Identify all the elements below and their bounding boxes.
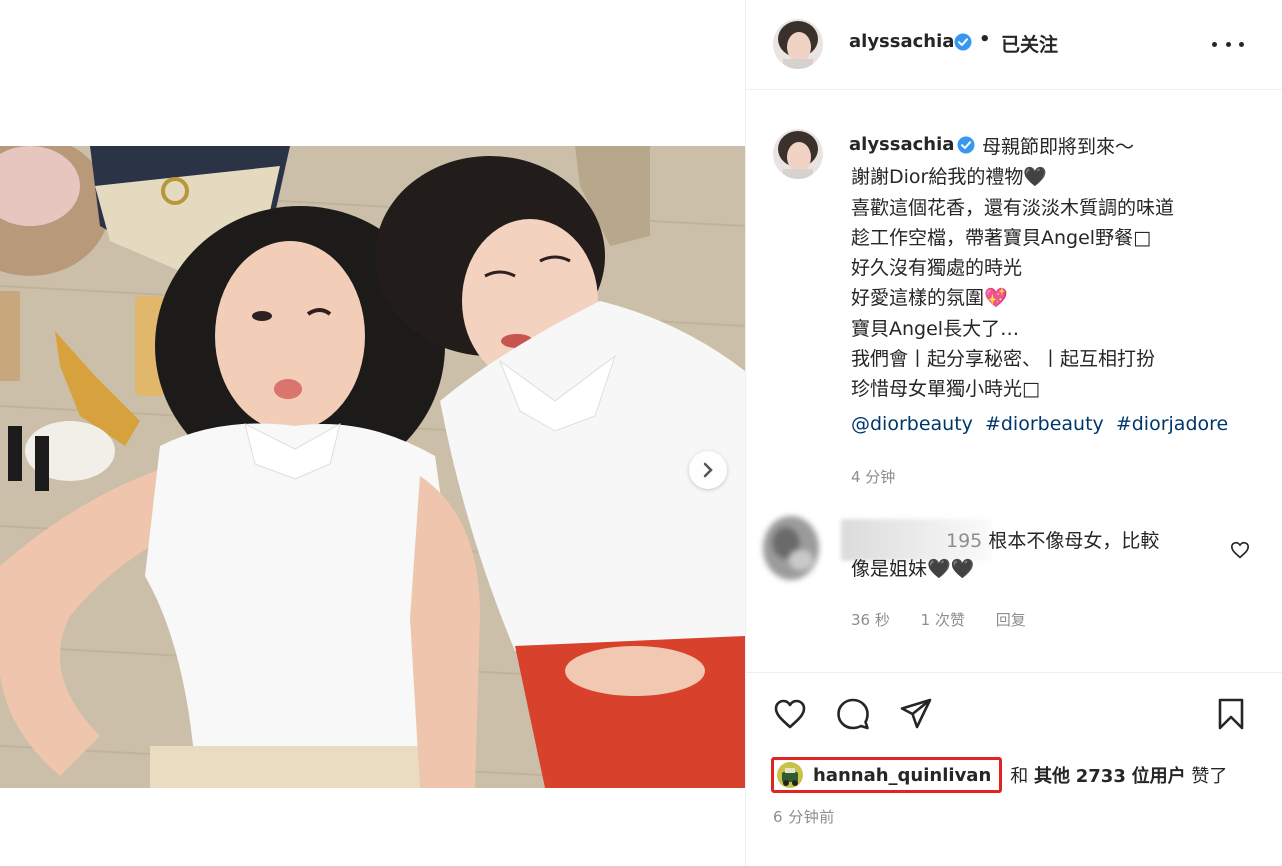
caption-line: 謝謝Dior給我的禮物🖤 (851, 166, 1048, 189)
caption-line: 母親節即將到來～ (982, 136, 1135, 158)
caption-line: 寶貝Angel長大了… (851, 317, 1020, 340)
chevron-right-icon (703, 462, 713, 478)
caption-line: 喜歡這個花香，還有淡淡木質調的味道 (851, 196, 1175, 219)
bookmark-icon[interactable] (1214, 697, 1248, 731)
caption-author-avatar[interactable] (773, 129, 823, 179)
likes-rest-text: 和 其他 2733 位用户 赞了 (1010, 762, 1227, 788)
comment-text: 195 根本不像母女，比較 像是姐妹🖤🖤 (851, 527, 1201, 583)
caption-text: 母親節即將到來～ 謝謝Dior給我的禮物🖤 喜歡這個花香，還有淡淡木質調的味道 … (851, 132, 1261, 405)
likes-connector: 和 (1010, 766, 1029, 787)
comment-time: 36 秒 (851, 611, 890, 629)
photo-illustration (0, 146, 745, 788)
post-timestamp[interactable]: 6 分钟前 (773, 806, 835, 827)
following-button[interactable]: 已关注 (1001, 30, 1058, 57)
avatar-image (773, 19, 823, 69)
author-avatar[interactable] (773, 19, 823, 69)
caption-line: 趁工作空檔，帶著寶貝Angel野餐□ (851, 226, 1152, 249)
likes-others-link[interactable]: 其他 (1034, 766, 1070, 787)
likes-count[interactable]: 2733 (1076, 766, 1126, 787)
more-dot (1225, 41, 1231, 47)
likes-suffix: 赞了 (1191, 766, 1228, 787)
highlighted-liker: hannah_quinlivan (771, 757, 1003, 793)
hashtag-link[interactable]: #diorjadore (1116, 413, 1228, 435)
more-dot (1239, 41, 1244, 47)
likes-summary: hannah_quinlivan 和 其他 2733 位用户 赞了 (771, 757, 1227, 793)
more-dot (1212, 41, 1217, 47)
caption-age: 4 分钟 (851, 468, 896, 486)
mention-link[interactable]: @diorbeauty (851, 413, 973, 435)
comment-likes[interactable]: 1 次赞 (921, 611, 965, 629)
verified-badge-icon (954, 33, 972, 51)
comment-icon[interactable] (836, 697, 870, 731)
author-username[interactable]: alyssachia (849, 31, 954, 52)
liker-avatar[interactable] (777, 762, 803, 788)
more-options-icon[interactable] (1212, 32, 1244, 56)
avatar-image (773, 129, 823, 179)
share-icon[interactable] (899, 697, 933, 731)
caption-line: 珍惜母女單獨小時光□ (851, 378, 1040, 401)
post-photo[interactable] (0, 146, 745, 788)
reply-button[interactable]: 回复 (996, 611, 1026, 629)
comment-like-heart-icon[interactable] (1230, 541, 1250, 559)
liker-username[interactable]: hannah_quinlivan (813, 765, 991, 786)
hashtag-link[interactable]: #diorbeauty (985, 413, 1104, 435)
avatar-image (756, 508, 826, 588)
caption-line: 好久沒有獨處的時光 (851, 257, 1023, 280)
caption-line: 我們會丨起分享秘密、丨起互相打扮 (851, 348, 1156, 371)
comment-meta: 36 秒 1 次赞 回复 (851, 609, 1052, 630)
avatar-image (777, 762, 803, 788)
comment-line: 像是姐妹🖤🖤 (851, 558, 975, 580)
caption-line: 好愛這樣的氛圍💖 (851, 287, 1008, 310)
post-header: alyssachia • 已关注 (746, 0, 1282, 90)
comment-line: 根本不像母女，比較 (988, 530, 1160, 552)
post-media-area (0, 0, 745, 866)
comment-username-suffix[interactable]: 195 (946, 530, 982, 552)
commenter-avatar-blurred[interactable] (756, 508, 826, 588)
separator-dot: • (979, 29, 991, 50)
post-side-panel: alyssachia • 已关注 alyssachia 母親節即將到來～ 謝謝D… (745, 0, 1282, 866)
next-image-button[interactable] (689, 451, 727, 489)
likes-unit[interactable]: 位用户 (1132, 766, 1186, 787)
caption-tags: @diorbeauty #diorbeauty #diorjadore (851, 413, 1234, 435)
heart-icon[interactable] (773, 697, 807, 731)
